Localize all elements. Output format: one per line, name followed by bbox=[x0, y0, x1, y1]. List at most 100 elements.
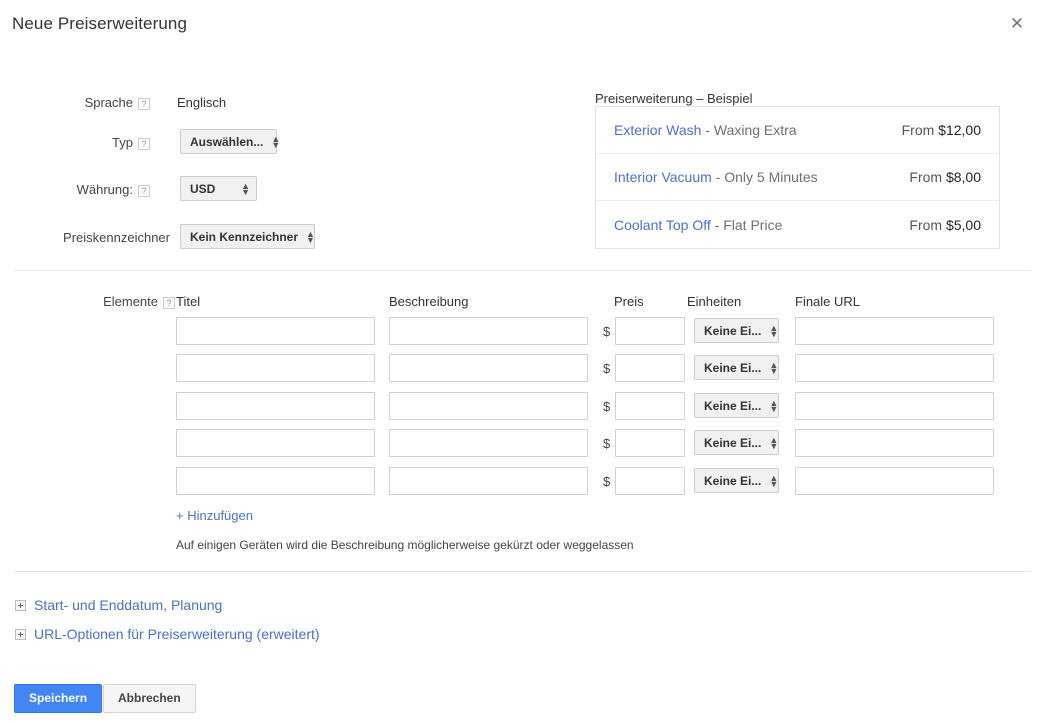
preview-panel: Exterior Wash - Waxing Extra From $12,00… bbox=[595, 106, 1000, 249]
title-input[interactable] bbox=[176, 392, 375, 420]
units-select[interactable]: Keine Ei... ▲ ▼ bbox=[694, 468, 779, 493]
column-header-final-url: Finale URL bbox=[795, 294, 861, 309]
price-input[interactable] bbox=[615, 354, 685, 382]
units-select-value: Keine Ei... bbox=[704, 323, 762, 338]
preview-row-dash: - bbox=[701, 122, 714, 138]
preview-row-text: Exterior Wash - Waxing Extra bbox=[614, 122, 797, 138]
units-select[interactable]: Keine Ei... ▲ ▼ bbox=[694, 393, 779, 418]
description-input[interactable] bbox=[389, 317, 588, 345]
chevron-updown-icon: ▲ ▼ bbox=[306, 228, 315, 245]
preview-row-price-value: $8,00 bbox=[945, 169, 981, 185]
type-help-icon[interactable]: ? bbox=[138, 137, 150, 150]
units-select-value: Keine Ei... bbox=[704, 473, 762, 488]
section-schedule-label: Start- und Enddatum, Planung bbox=[34, 597, 223, 613]
chevron-updown-icon: ▲ ▼ bbox=[769, 397, 779, 414]
preview-row-desc: Only 5 Minutes bbox=[724, 169, 818, 185]
plus-expand-icon bbox=[15, 599, 26, 611]
close-icon[interactable]: ✕ bbox=[1005, 12, 1029, 36]
add-element-link[interactable]: + Hinzufügen bbox=[176, 508, 253, 523]
preview-row-desc: Waxing Extra bbox=[713, 122, 797, 138]
currency-select-value: USD bbox=[190, 181, 216, 196]
description-hint: Auf einigen Geräten wird die Beschreibun… bbox=[176, 538, 634, 552]
column-header-price: Preis bbox=[614, 294, 644, 309]
preview-row-price-prefix: From bbox=[909, 169, 946, 185]
elements-help-icon[interactable]: ? bbox=[163, 296, 175, 309]
preview-row-text: Interior Vacuum - Only 5 Minutes bbox=[614, 169, 818, 185]
preview-row-price: From $8,00 bbox=[909, 169, 981, 185]
price-input[interactable] bbox=[615, 467, 685, 495]
preview-row: Exterior Wash - Waxing Extra From $12,00 bbox=[596, 107, 999, 154]
title-input[interactable] bbox=[176, 317, 375, 345]
section-url-options[interactable]: URL-Optionen für Preiserweiterung (erwei… bbox=[15, 626, 320, 642]
save-button[interactable]: Speichern bbox=[14, 684, 103, 713]
section-url-options-label: URL-Optionen für Preiserweiterung (erwei… bbox=[34, 626, 320, 642]
cancel-button[interactable]: Abbrechen bbox=[103, 684, 196, 713]
price-qualifier-label-text: Preiskennzeichner bbox=[63, 230, 170, 245]
plus-expand-icon bbox=[15, 628, 26, 640]
preview-row-price-prefix: From bbox=[909, 216, 946, 233]
final-url-input[interactable] bbox=[795, 429, 994, 457]
description-input[interactable] bbox=[389, 392, 588, 420]
language-help-icon[interactable]: ? bbox=[138, 97, 150, 110]
price-extension-dialog: Neue Preiserweiterung ✕ Sprache? Englisc… bbox=[0, 0, 1045, 723]
type-label: Typ? bbox=[40, 135, 150, 150]
preview-row-name[interactable]: Interior Vacuum bbox=[614, 169, 712, 185]
preview-row-price-value: $5,00 bbox=[945, 216, 981, 233]
price-input[interactable] bbox=[615, 392, 685, 420]
units-select[interactable]: Keine Ei... ▲ ▼ bbox=[694, 355, 779, 380]
currency-select[interactable]: USD ▲ ▼ bbox=[180, 176, 257, 201]
chevron-updown-icon: ▲ ▼ bbox=[769, 359, 779, 376]
preview-row-price: From $12,00 bbox=[902, 122, 981, 138]
type-label-text: Typ bbox=[112, 135, 133, 150]
preview-row: Coolant Top Off - Flat Price From $5,00 bbox=[596, 201, 999, 248]
section-schedule[interactable]: Start- und Enddatum, Planung bbox=[15, 597, 222, 613]
preview-row-name[interactable]: Coolant Top Off bbox=[614, 217, 711, 233]
chevron-updown-icon: ▲ ▼ bbox=[769, 434, 779, 451]
language-value: Englisch bbox=[177, 95, 227, 110]
preview-row-text: Coolant Top Off - Flat Price bbox=[614, 217, 782, 233]
description-input[interactable] bbox=[389, 429, 588, 457]
preview-row-price-prefix: From bbox=[901, 122, 939, 138]
title-input[interactable] bbox=[176, 429, 375, 457]
price-input[interactable] bbox=[615, 429, 685, 457]
currency-help-icon[interactable]: ? bbox=[138, 184, 150, 197]
preview-row-name[interactable]: Exterior Wash bbox=[614, 122, 701, 138]
title-input[interactable] bbox=[176, 354, 375, 382]
units-select[interactable]: Keine Ei... ▲ ▼ bbox=[694, 318, 779, 343]
description-input[interactable] bbox=[389, 354, 588, 382]
chevron-updown-icon: ▲ ▼ bbox=[271, 133, 281, 150]
currency-label-text: Währung: bbox=[76, 182, 133, 197]
currency-symbol: $ bbox=[603, 436, 611, 451]
divider-bottom bbox=[14, 571, 1031, 572]
currency-symbol: $ bbox=[603, 474, 611, 489]
price-qualifier-select[interactable]: Kein Kennzeichner ▲ ▼ bbox=[180, 224, 315, 249]
price-qualifier-label: Preiskennzeichner bbox=[20, 230, 175, 245]
currency-symbol: $ bbox=[603, 361, 611, 376]
description-input[interactable] bbox=[389, 467, 588, 495]
elements-label-text: Elemente bbox=[103, 294, 158, 309]
preview-row-dash: - bbox=[711, 169, 725, 185]
preview-row-desc: Flat Price bbox=[723, 216, 783, 233]
currency-symbol: $ bbox=[603, 324, 611, 339]
units-select[interactable]: Keine Ei... ▲ ▼ bbox=[694, 430, 779, 455]
final-url-input[interactable] bbox=[795, 317, 994, 345]
currency-symbol: $ bbox=[603, 399, 611, 414]
divider-top bbox=[14, 270, 1031, 271]
units-select-value: Keine Ei... bbox=[704, 435, 762, 450]
preview-row-dash: - bbox=[710, 216, 724, 233]
page-title: Neue Preiserweiterung bbox=[12, 14, 188, 33]
title-input[interactable] bbox=[176, 467, 375, 495]
chevron-updown-icon: ▲ ▼ bbox=[241, 180, 250, 197]
final-url-input[interactable] bbox=[795, 354, 994, 382]
currency-label: Währung:? bbox=[40, 182, 150, 197]
price-input[interactable] bbox=[615, 317, 685, 345]
units-select-value: Keine Ei... bbox=[704, 360, 762, 375]
chevron-updown-icon: ▲ ▼ bbox=[769, 322, 779, 339]
column-header-description: Beschreibung bbox=[389, 294, 469, 309]
chevron-updown-icon: ▲ ▼ bbox=[769, 472, 779, 489]
type-select[interactable]: Auswählen... ▲ ▼ bbox=[180, 129, 281, 154]
final-url-input[interactable] bbox=[795, 467, 994, 495]
final-url-input[interactable] bbox=[795, 392, 994, 420]
type-select-value: Auswählen... bbox=[190, 134, 264, 149]
preview-row: Interior Vacuum - Only 5 Minutes From $8… bbox=[596, 154, 999, 201]
